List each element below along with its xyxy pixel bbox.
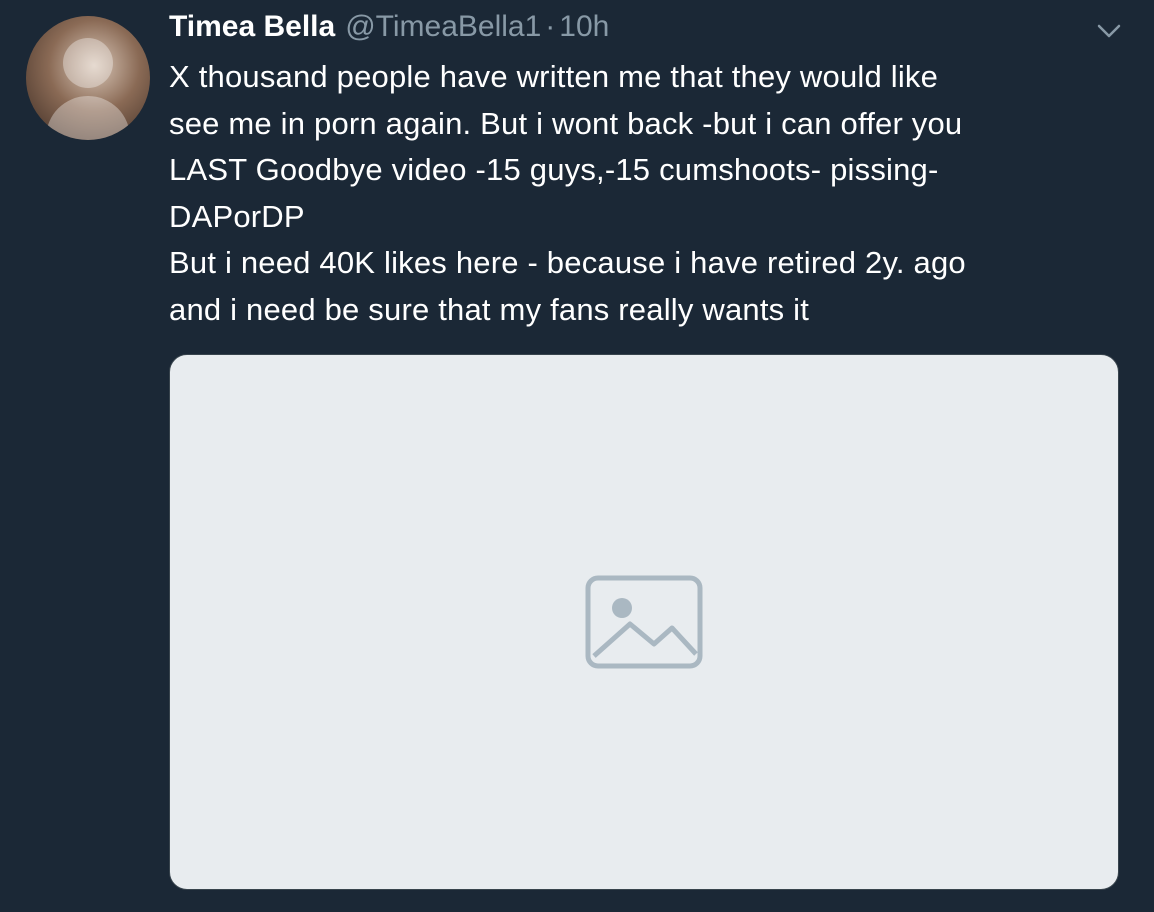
separator-dot: · bbox=[545, 10, 556, 43]
tweet-text: X thousand people have written me that t… bbox=[169, 59, 966, 327]
tweet-media[interactable] bbox=[169, 354, 1119, 890]
chevron-down-icon[interactable] bbox=[1096, 22, 1122, 40]
tweet-header: Timea Bella @TimeaBella1 · 10h bbox=[169, 10, 609, 54]
user-handle[interactable]: @TimeaBella1 bbox=[345, 10, 541, 44]
avatar-placeholder-body bbox=[46, 96, 130, 140]
timestamp[interactable]: 10h bbox=[559, 10, 609, 44]
display-name[interactable]: Timea Bella bbox=[169, 10, 335, 44]
avatar-placeholder-head bbox=[63, 38, 113, 88]
image-placeholder-icon bbox=[585, 575, 703, 669]
avatar[interactable] bbox=[26, 16, 150, 140]
tweet[interactable]: Timea Bella @TimeaBella1 · 10h X thousan… bbox=[0, 0, 1154, 912]
